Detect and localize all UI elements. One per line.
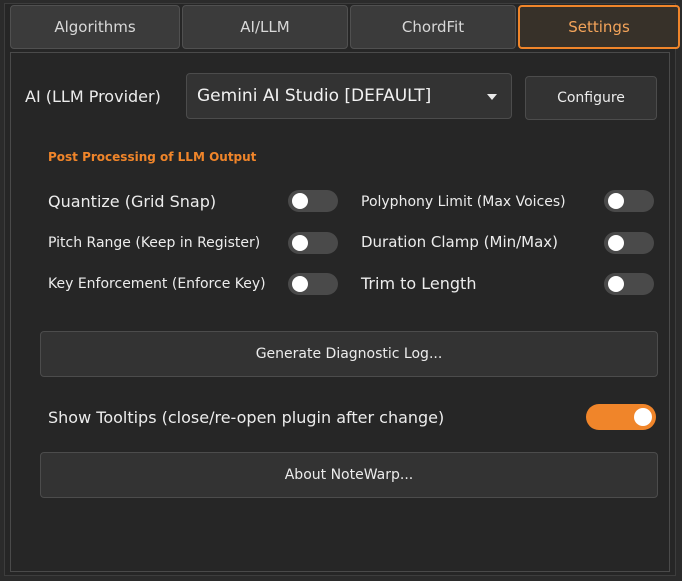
pitch-range-toggle[interactable] <box>288 232 338 254</box>
option-label-duration-clamp: Duration Clamp (Min/Max) <box>361 233 559 251</box>
toggle-knob <box>608 193 624 209</box>
key-enforcement-toggle[interactable] <box>288 273 338 295</box>
option-label-trim-length: Trim to Length <box>361 274 477 293</box>
toggle-knob <box>608 276 624 292</box>
about-notewarp-button[interactable]: About NoteWarp... <box>40 452 658 498</box>
option-label-quantize: Quantize (Grid Snap) <box>48 192 217 211</box>
tab-bar: Algorithms AI/LLM ChordFit Settings <box>10 5 680 51</box>
toggle-knob <box>634 408 652 426</box>
toggle-knob <box>292 193 308 209</box>
duration-clamp-toggle[interactable] <box>604 232 654 254</box>
toggle-knob <box>608 235 624 251</box>
toggle-knob <box>292 235 308 251</box>
quantize-toggle[interactable] <box>288 190 338 212</box>
show-tooltips-toggle[interactable] <box>586 404 656 430</box>
tab-chordfit[interactable]: ChordFit <box>350 5 516 49</box>
llm-provider-dropdown[interactable]: Gemini AI Studio [DEFAULT] <box>186 73 512 119</box>
tab-settings[interactable]: Settings <box>518 5 680 49</box>
generate-diagnostic-log-button[interactable]: Generate Diagnostic Log... <box>40 331 658 377</box>
tab-algorithms[interactable]: Algorithms <box>10 5 180 49</box>
tab-ai-llm[interactable]: AI/LLM <box>182 5 348 49</box>
chevron-down-icon <box>487 94 497 100</box>
option-label-key-enforcement: Key Enforcement (Enforce Key) <box>48 276 266 292</box>
configure-button[interactable]: Configure <box>525 76 657 120</box>
trim-to-length-toggle[interactable] <box>604 273 654 295</box>
provider-label: AI (LLM Provider) <box>25 87 161 106</box>
post-processing-title: Post Processing of LLM Output <box>48 150 257 164</box>
option-label-pitch-range: Pitch Range (Keep in Register) <box>48 235 261 251</box>
tooltips-label: Show Tooltips (close/re-open plugin afte… <box>48 408 445 427</box>
toggle-knob <box>292 276 308 292</box>
llm-provider-value: Gemini AI Studio [DEFAULT] <box>197 86 432 106</box>
polyphony-limit-toggle[interactable] <box>604 190 654 212</box>
option-label-polyphony: Polyphony Limit (Max Voices) <box>361 194 566 210</box>
